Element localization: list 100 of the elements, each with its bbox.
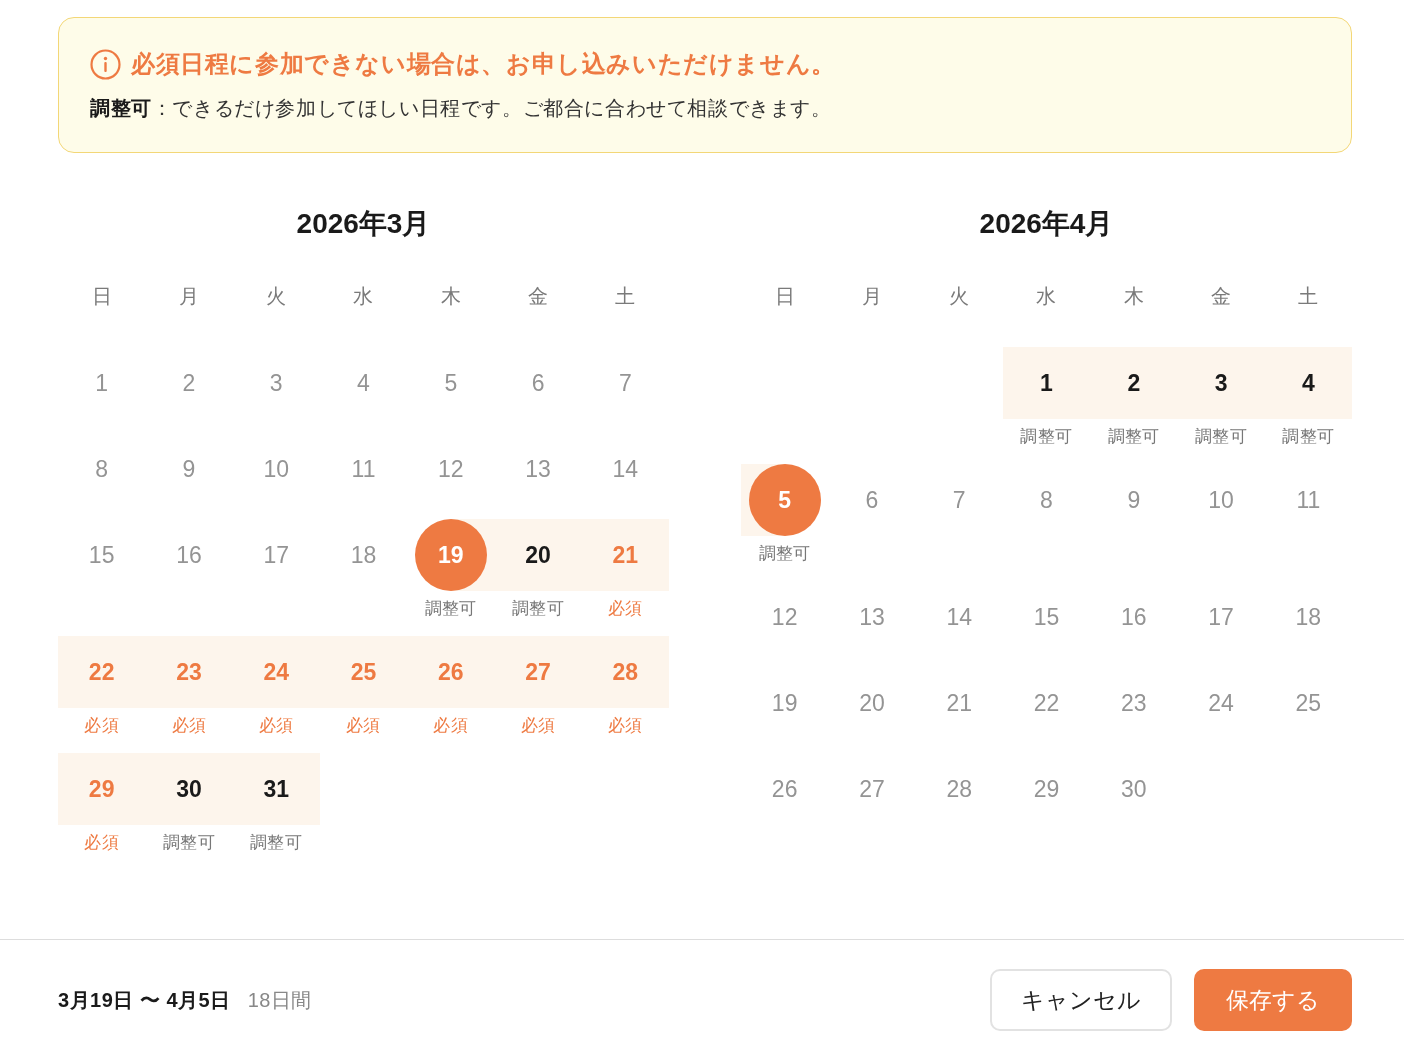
calendar-day[interactable]: 6 bbox=[494, 347, 582, 419]
calendar-day[interactable]: 26 bbox=[407, 636, 495, 708]
calendar-day[interactable]: 27 bbox=[828, 753, 916, 825]
day-status-label: 必須 bbox=[258, 716, 294, 736]
calendar-day[interactable]: 2 bbox=[145, 347, 233, 419]
calendar-day[interactable]: 15 bbox=[58, 519, 146, 591]
day-status-label: 必須 bbox=[84, 833, 120, 853]
weekday-label: 月 bbox=[861, 284, 882, 309]
calendar-day[interactable]: 30 bbox=[1090, 753, 1178, 825]
duration-text: 18日間 bbox=[247, 987, 312, 1013]
notice-note: 調整可：できるだけ参加してほしい日程です。ご都合に合わせて相談できます。 bbox=[90, 96, 833, 121]
calendar-day[interactable]: 3 bbox=[1177, 347, 1265, 419]
calendar-day[interactable]: 1 bbox=[58, 347, 146, 419]
calendar-day[interactable]: 22 bbox=[1002, 667, 1091, 739]
day-status-label: 必須 bbox=[520, 716, 556, 736]
weekday-label: 金 bbox=[528, 284, 549, 309]
weekday-label: 土 bbox=[1298, 284, 1319, 309]
month-title: 2026年3月 bbox=[295, 207, 432, 241]
day-status-label: 調整可 bbox=[1282, 427, 1335, 447]
calendar-day[interactable]: 17 bbox=[232, 519, 320, 591]
calendar-day[interactable]: 5 bbox=[748, 464, 821, 536]
calendar-day[interactable]: 23 bbox=[145, 636, 233, 708]
day-status-label: 調整可 bbox=[1020, 427, 1073, 447]
calendar-day[interactable]: 31 bbox=[232, 753, 320, 825]
calendar-day[interactable]: 11 bbox=[1264, 464, 1352, 536]
calendar-day[interactable]: 7 bbox=[581, 347, 669, 419]
calendar-day[interactable]: 19 bbox=[741, 667, 829, 739]
day-status-label: 必須 bbox=[607, 599, 643, 619]
calendar-day[interactable]: 13 bbox=[828, 581, 916, 653]
calendar-day[interactable]: 27 bbox=[494, 636, 582, 708]
calendar-day[interactable]: 21 bbox=[915, 667, 1003, 739]
day-status-label: 必須 bbox=[84, 716, 120, 736]
day-status-label: 必須 bbox=[607, 716, 643, 736]
calendar-day[interactable]: 25 bbox=[319, 636, 408, 708]
calendar-day[interactable]: 8 bbox=[58, 433, 146, 505]
calendar-day[interactable]: 16 bbox=[145, 519, 233, 591]
weekday-label: 木 bbox=[440, 284, 461, 309]
calendar-day[interactable]: 1 bbox=[1002, 347, 1091, 419]
calendar-day[interactable]: 14 bbox=[581, 433, 669, 505]
weekday-label: 日 bbox=[91, 284, 112, 309]
calendar-day[interactable]: 25 bbox=[1264, 667, 1352, 739]
weekday-label: 水 bbox=[1036, 284, 1057, 309]
month-title: 2026年4月 bbox=[978, 207, 1115, 241]
calendar-day[interactable]: 9 bbox=[145, 433, 233, 505]
calendar-day[interactable]: 22 bbox=[58, 636, 146, 708]
day-status-label: 必須 bbox=[433, 716, 469, 736]
weekday-label: 水 bbox=[353, 284, 374, 309]
day-status-label: 調整可 bbox=[511, 599, 565, 619]
calendar-day[interactable]: 9 bbox=[1090, 464, 1178, 536]
notice-title: 必須日程に参加できない場合は、お申し込みいただけません。 bbox=[131, 49, 836, 79]
calendar-day[interactable]: 29 bbox=[1002, 753, 1091, 825]
calendar-day[interactable]: 28 bbox=[581, 636, 669, 708]
cancel-button[interactable]: キャンセル bbox=[990, 969, 1172, 1031]
weekday-label: 土 bbox=[615, 284, 636, 309]
calendar-day[interactable]: 24 bbox=[232, 636, 320, 708]
calendar-day[interactable]: 14 bbox=[915, 581, 1003, 653]
save-button[interactable]: 保存する bbox=[1194, 969, 1352, 1031]
calendar-day[interactable]: 4 bbox=[1264, 347, 1352, 419]
weekday-label: 金 bbox=[1211, 284, 1232, 309]
calendar-day[interactable]: 24 bbox=[1177, 667, 1265, 739]
calendar-day[interactable]: 12 bbox=[741, 581, 829, 653]
calendar-day[interactable]: 7 bbox=[915, 464, 1003, 536]
calendar-day[interactable]: 11 bbox=[319, 433, 408, 505]
calendar-day[interactable]: 15 bbox=[1002, 581, 1091, 653]
calendar-day[interactable]: 10 bbox=[232, 433, 320, 505]
calendar-day[interactable]: 13 bbox=[494, 433, 582, 505]
day-status-label: 必須 bbox=[346, 716, 381, 736]
day-status-label: 調整可 bbox=[758, 544, 811, 564]
calendar-day[interactable]: 29 bbox=[58, 753, 146, 825]
calendar-day[interactable]: 18 bbox=[319, 519, 408, 591]
calendar-day[interactable]: 2 bbox=[1090, 347, 1178, 419]
calendar-day[interactable]: 21 bbox=[581, 519, 669, 591]
calendar-day[interactable]: 18 bbox=[1264, 581, 1352, 653]
calendar-day[interactable]: 30 bbox=[145, 753, 233, 825]
day-status-label: 必須 bbox=[171, 716, 207, 736]
calendar-day[interactable]: 8 bbox=[1002, 464, 1091, 536]
calendar-day[interactable]: 19 bbox=[414, 519, 487, 591]
day-status-label: 調整可 bbox=[1107, 427, 1160, 447]
calendar-day[interactable]: 4 bbox=[319, 347, 408, 419]
weekday-label: 日 bbox=[774, 284, 795, 309]
day-status-label: 調整可 bbox=[250, 833, 303, 853]
calendar-day[interactable]: 12 bbox=[407, 433, 495, 505]
day-status-label: 調整可 bbox=[1194, 427, 1248, 447]
weekday-label: 火 bbox=[949, 284, 970, 309]
calendar-day[interactable]: 10 bbox=[1177, 464, 1265, 536]
weekday-label: 月 bbox=[178, 284, 199, 309]
calendar-day[interactable]: 5 bbox=[407, 347, 495, 419]
calendar-day[interactable]: 17 bbox=[1177, 581, 1265, 653]
calendar-day[interactable]: 20 bbox=[828, 667, 916, 739]
info-icon bbox=[90, 48, 121, 80]
weekday-label: 木 bbox=[1123, 284, 1144, 309]
day-status-label: 調整可 bbox=[424, 599, 477, 619]
calendar-day[interactable]: 23 bbox=[1090, 667, 1178, 739]
calendar-day[interactable]: 16 bbox=[1090, 581, 1178, 653]
calendar-day[interactable]: 3 bbox=[232, 347, 320, 419]
calendar-day[interactable]: 28 bbox=[915, 753, 1003, 825]
calendar-day[interactable]: 20 bbox=[494, 519, 582, 591]
weekday-label: 火 bbox=[266, 284, 287, 309]
calendar-day[interactable]: 26 bbox=[741, 753, 829, 825]
calendar-day[interactable]: 6 bbox=[828, 464, 916, 536]
